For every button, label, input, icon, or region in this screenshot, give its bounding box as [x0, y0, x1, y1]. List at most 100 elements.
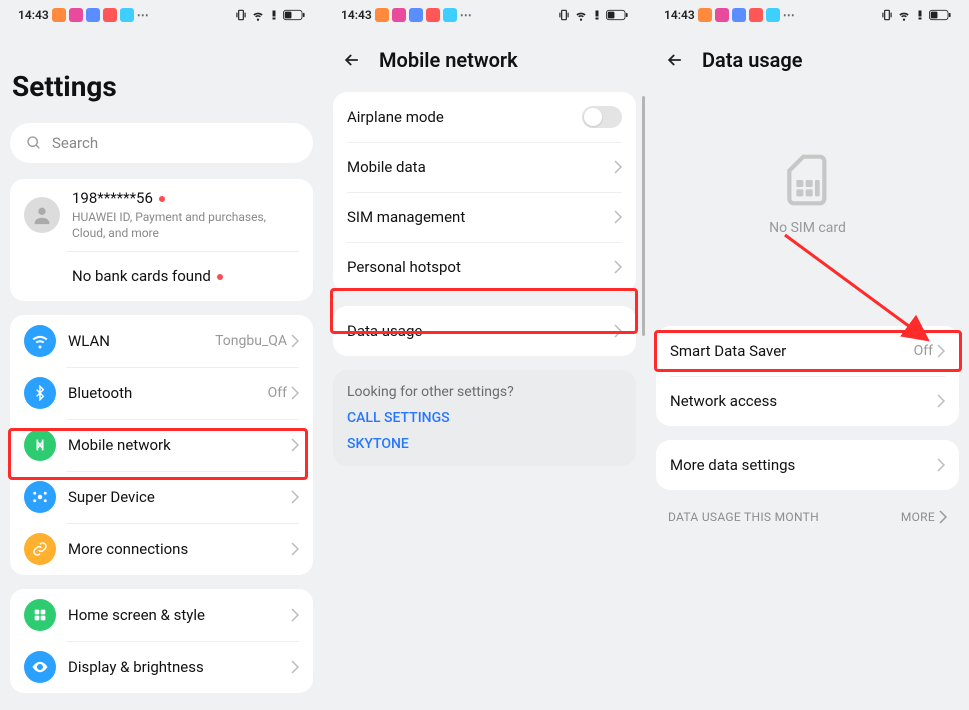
data-usage-row[interactable]: Data usage [333, 306, 636, 356]
status-indicators [557, 8, 628, 22]
huawei-id-row[interactable]: 198******56 HUAWEI ID, Payment and purch… [10, 179, 313, 251]
status-app-icon [375, 8, 389, 22]
screen-mobile-network: 14:43 ⋯ Mobile network Airplane mode Mob… [323, 0, 646, 710]
row-label: Data usage [347, 322, 614, 340]
status-app-icon [732, 8, 746, 22]
status-app-icon [103, 8, 117, 22]
sidebar-item-bluetooth[interactable]: Bluetooth Off [10, 367, 313, 419]
skytone-link[interactable]: SKYTONE [347, 436, 622, 452]
alert-icon [268, 8, 280, 22]
status-time: 14:43 [664, 8, 695, 22]
back-button[interactable] [341, 49, 363, 71]
status-app-icon [749, 8, 763, 22]
row-value: Off [914, 343, 933, 359]
status-more-icon: ⋯ [783, 8, 796, 22]
airplane-mode-row[interactable]: Airplane mode [333, 92, 636, 142]
sidebar-item-wlan[interactable]: WLAN Tongbu_QA [10, 315, 313, 367]
status-bar: 14:43 ⋯ [0, 0, 323, 30]
more-data-settings-row[interactable]: More data settings [656, 440, 959, 490]
sidebar-item-mobile-network[interactable]: Mobile network [10, 419, 313, 471]
airplane-mode-toggle[interactable] [582, 106, 622, 128]
no-sim-label: No SIM card [769, 220, 846, 236]
more-button[interactable]: MORE [901, 510, 947, 524]
no-sim-state: No SIM card [646, 92, 969, 266]
bank-cards-label: No bank cards found [72, 267, 299, 285]
wifi-icon [897, 8, 911, 22]
notification-dot [159, 196, 165, 202]
chevron-right-icon [614, 324, 622, 338]
screen-data-usage: 14:43 ⋯ Data usage No SIM card [646, 0, 969, 710]
page-header: Mobile network [323, 30, 646, 92]
battery-icon [929, 9, 951, 21]
data-usage-card: Data usage [333, 306, 636, 356]
network-group: WLAN Tongbu_QA Bluetooth Off Mobile netw… [10, 315, 313, 575]
avatar-icon [24, 197, 60, 233]
sidebar-item-home-screen[interactable]: Home screen & style [10, 589, 313, 641]
call-settings-link[interactable]: CALL SETTINGS [347, 410, 622, 426]
row-label: SIM management [347, 208, 614, 226]
other-settings-footer: Looking for other settings? CALL SETTING… [333, 370, 636, 466]
status-indicators [234, 8, 305, 22]
page-title: Data usage [702, 48, 803, 72]
section-header-label: DATA USAGE THIS MONTH [668, 510, 819, 524]
status-app-icon [766, 8, 780, 22]
status-time: 14:43 [341, 8, 372, 22]
page-title: Settings [0, 30, 323, 123]
data-saver-group: Smart Data Saver Off Network access [656, 326, 959, 426]
bluetooth-icon [24, 377, 56, 409]
status-app-icon [409, 8, 423, 22]
screen-settings: 14:43 ⋯ Settings Search 198******56 HUA [0, 0, 323, 710]
chevron-right-icon [937, 394, 945, 408]
chevron-right-icon [291, 386, 299, 400]
status-bar: 14:43 ⋯ [323, 0, 646, 30]
eye-icon [24, 651, 56, 683]
status-indicators [880, 8, 951, 22]
sim-management-row[interactable]: SIM management [333, 192, 636, 242]
sim-card-icon [780, 152, 836, 208]
mobile-data-row[interactable]: Mobile data [333, 142, 636, 192]
vibrate-icon [234, 8, 248, 22]
row-label: Display & brightness [68, 658, 291, 676]
link-icon [24, 533, 56, 565]
home-screen-icon [24, 599, 56, 631]
status-app-icon [86, 8, 100, 22]
row-label: WLAN [68, 332, 215, 350]
row-label: Mobile data [347, 158, 614, 176]
chevron-right-icon [291, 334, 299, 348]
page-title: Mobile network [379, 48, 518, 72]
vibrate-icon [557, 8, 571, 22]
smart-data-saver-row[interactable]: Smart Data Saver Off [656, 326, 959, 376]
network-access-row[interactable]: Network access [656, 376, 959, 426]
sidebar-item-more-connections[interactable]: More connections [10, 523, 313, 575]
chevron-right-icon [614, 160, 622, 174]
row-label: Personal hotspot [347, 258, 614, 276]
chevron-right-icon [937, 458, 945, 472]
wifi-icon [24, 325, 56, 357]
bank-cards-row[interactable]: No bank cards found [10, 251, 313, 301]
status-bar: 14:43 ⋯ [646, 0, 969, 30]
row-label: Home screen & style [68, 606, 291, 624]
row-value: Tongbu_QA [215, 333, 287, 349]
status-more-icon: ⋯ [137, 8, 150, 22]
super-device-icon [24, 481, 56, 513]
mobile-network-icon [24, 429, 56, 461]
search-icon [26, 135, 42, 151]
row-label: Airplane mode [347, 108, 582, 126]
sidebar-item-super-device[interactable]: Super Device [10, 471, 313, 523]
personal-hotspot-row[interactable]: Personal hotspot [333, 242, 636, 292]
status-app-icon [52, 8, 66, 22]
chevron-right-icon [291, 660, 299, 674]
row-value: Off [268, 385, 287, 401]
display-group: Home screen & style Display & brightness [10, 589, 313, 693]
search-input[interactable]: Search [10, 123, 313, 163]
status-app-icon [698, 8, 712, 22]
row-label: Super Device [68, 488, 291, 506]
scroll-indicator [642, 96, 645, 336]
sidebar-item-display[interactable]: Display & brightness [10, 641, 313, 693]
status-app-icon [69, 8, 83, 22]
alert-icon [914, 8, 926, 22]
back-button[interactable] [664, 49, 686, 71]
section-header: DATA USAGE THIS MONTH MORE [646, 504, 969, 530]
status-more-icon: ⋯ [460, 8, 473, 22]
row-label: Bluetooth [68, 384, 268, 402]
